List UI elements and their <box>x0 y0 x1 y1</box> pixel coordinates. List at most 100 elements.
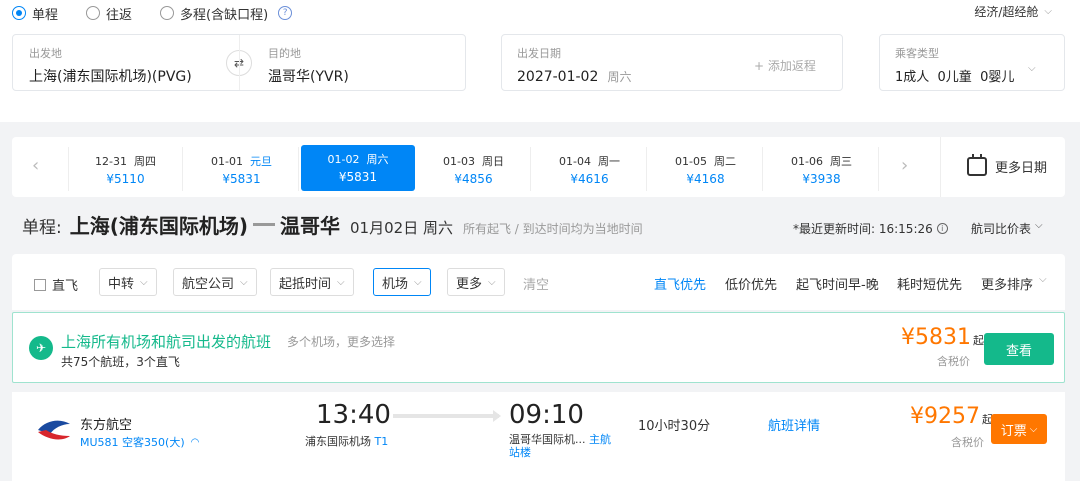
divider <box>940 137 941 197</box>
departure-terminal: T1 <box>374 435 389 448</box>
date-cell-price: ¥4168 <box>686 172 725 186</box>
chevron-right-icon[interactable]: › <box>901 155 908 176</box>
radio-icon <box>160 6 175 20</box>
direct-label: 直飞 <box>52 279 79 294</box>
clear-filters-button[interactable]: 清空 <box>523 274 549 293</box>
radio-icon <box>86 6 101 20</box>
date-cell[interactable]: 01-05 周二 ¥4168 <box>649 147 763 191</box>
chevron-down-icon: ⌵ <box>1029 423 1038 435</box>
sort-direct-first[interactable]: 直飞优先 <box>654 274 706 293</box>
filter-label: 航空公司 <box>182 276 235 292</box>
banner-hint: 多个机场，更多选择 <box>287 335 396 349</box>
date-cell-weekday: 周四 <box>133 155 156 168</box>
route-note: 所有起飞 / 到达时间均为当地时间 <box>462 222 643 236</box>
more-dates-label: 更多日期 <box>995 161 1048 176</box>
date-cell[interactable]: 01-01 元旦 ¥5831 <box>185 147 299 191</box>
date-cell-weekday: 周二 <box>713 155 736 168</box>
time-filter[interactable]: 起抵时间 ⌵ <box>270 268 354 296</box>
route-from-city: 上海(浦东国际机场) <box>69 214 249 238</box>
date-cell-date: 01-02 <box>327 153 360 166</box>
from-label: 出发地 <box>29 47 62 60</box>
date-cell-date: 01-04 <box>559 155 591 168</box>
date-weekday: 周六 <box>607 70 632 84</box>
from-field[interactable]: 出发地 上海(浦东国际机场)(PVG) <box>29 45 192 86</box>
departure-time: 13:40 <box>316 400 391 430</box>
banner-title: 上海所有机场和航司出发的航班 <box>61 333 272 351</box>
help-icon[interactable]: ? <box>278 6 293 20</box>
filter-label: 更多 <box>456 276 483 292</box>
wifi-icon: ◠ <box>190 436 200 448</box>
direct-checkbox[interactable]: 直飞 <box>34 275 78 294</box>
more-sort-label: 更多排序 <box>981 278 1034 293</box>
filter-label: 机场 <box>382 276 409 292</box>
trip-type-round-trip[interactable]: 往返 <box>86 4 132 23</box>
banner-price: ¥5831 起 <box>901 325 984 350</box>
calendar-icon <box>967 154 987 176</box>
add-return-button[interactable]: + 添加返程 <box>754 57 816 74</box>
sort-early[interactable]: 起飞时间早-晚 <box>796 274 879 293</box>
route-card: 出发地 上海(浦东国际机场)(PVG) ⇄ 目的地 温哥华(YVR) <box>12 34 466 91</box>
date-cell[interactable]: 01-03 周日 ¥4856 <box>417 147 531 191</box>
cabin-select[interactable]: 经济/超经舱 ⌵ <box>974 3 1052 20</box>
chevron-left-icon[interactable]: ‹ <box>32 155 39 176</box>
price-table-button[interactable]: 航司比价表 ⌵ <box>971 220 1043 237</box>
route-prefix: 单程: <box>22 218 62 238</box>
date-cell-date: 01-01 <box>211 155 243 168</box>
chevron-down-icon: ⌵ <box>1028 63 1036 74</box>
airline-name: 东方航空 <box>80 418 133 433</box>
price-table-label: 航司比价表 <box>971 222 1032 236</box>
passenger-card[interactable]: 乘客类型 1成人 0儿童 0婴儿 ⌵ <box>879 34 1065 91</box>
plane-icon: ✈ <box>29 336 53 360</box>
date-cell[interactable]: 01-04 周一 ¥4616 <box>533 147 647 191</box>
chevron-down-icon: ⌵ <box>140 276 148 288</box>
flight-row[interactable]: 东方航空 MU581 空客350(大) ◠ 13:40 浦东国际机场 T1 09… <box>12 392 1065 481</box>
date-cell-weekday: 周一 <box>597 155 620 168</box>
date-price-strip: ‹ 12-31 周四 ¥5110 01-01 元旦 ¥5831 01-02 周六… <box>12 137 1065 197</box>
departure-date-field[interactable]: 出发日期 2027-01-02 周六 <box>517 45 631 85</box>
info-icon[interactable]: i <box>936 223 948 234</box>
date-cell[interactable]: 12-31 周四 ¥5110 <box>69 147 183 191</box>
checkbox-icon <box>34 278 46 291</box>
passenger-value: 1成人 0儿童 0婴儿 <box>895 70 1015 85</box>
more-sort-button[interactable]: 更多排序 ⌵ <box>981 274 1047 293</box>
flight-details-link[interactable]: 航班详情 <box>768 415 820 434</box>
date-cell-date: 01-05 <box>675 155 707 168</box>
sort-low-price[interactable]: 低价优先 <box>725 274 777 293</box>
trip-type-label: 往返 <box>106 7 133 23</box>
chevron-down-icon: ⌵ <box>1039 274 1047 285</box>
airport-filter[interactable]: 机场 ⌵ <box>373 268 431 296</box>
date-cell-date: 01-06 <box>791 155 823 168</box>
transfer-filter[interactable]: 中转 ⌵ <box>99 268 157 296</box>
holiday-label: 元旦 <box>249 155 272 168</box>
tax-label: 含税价 <box>937 355 970 368</box>
trip-type-one-way[interactable]: 单程 <box>12 4 58 23</box>
chevron-down-icon: ⌵ <box>1044 6 1052 17</box>
date-cell-price: ¥4856 <box>454 172 493 186</box>
more-filter[interactable]: 更多 ⌵ <box>447 268 505 296</box>
date-cell-selected[interactable]: 01-02 周六 ¥5831 <box>301 145 415 191</box>
view-button[interactable]: 查看 <box>984 333 1054 365</box>
all-airports-banner: ✈ 上海所有机场和航司出发的航班 共75个航班，3个直飞 多个机场，更多选择 ¥… <box>12 312 1065 383</box>
flight-duration: 10小时30分 <box>638 419 711 434</box>
cabin-label: 经济/超经舱 <box>974 5 1039 19</box>
airline-filter[interactable]: 航空公司 ⌵ <box>173 268 257 296</box>
chevron-down-icon: ⌵ <box>337 276 345 288</box>
airline-logo-icon <box>38 420 70 440</box>
to-value: 温哥华(YVR) <box>268 69 349 85</box>
more-dates-button[interactable]: 更多日期 <box>967 154 1048 176</box>
sort-short[interactable]: 耗时短优先 <box>897 274 962 293</box>
date-card: 出发日期 2027-01-02 周六 + 添加返程 <box>501 34 843 91</box>
flight-number[interactable]: MU581 空客350(大) ◠ <box>80 434 199 450</box>
date-cell-weekday: 周日 <box>481 155 504 168</box>
banner-subtitle: 共75个航班，3个直飞 <box>61 355 180 369</box>
trip-type-multi[interactable]: 多程(含缺口程) <box>160 4 268 23</box>
to-label: 目的地 <box>268 47 301 60</box>
book-button[interactable]: 订票 ⌵ <box>991 414 1047 444</box>
book-label: 订票 <box>1000 423 1027 439</box>
date-cell[interactable]: 01-06 周三 ¥3938 <box>765 147 879 191</box>
chevron-down-icon: ⌵ <box>1035 220 1043 231</box>
filter-label: 中转 <box>108 276 135 292</box>
route-heading: 单程: 上海(浦东国际机场) 温哥华 01月02日 周六 所有起飞 / 到达时间… <box>22 210 643 239</box>
to-field[interactable]: 目的地 温哥华(YVR) <box>268 45 349 86</box>
route-date: 01月02日 周六 <box>350 219 453 237</box>
